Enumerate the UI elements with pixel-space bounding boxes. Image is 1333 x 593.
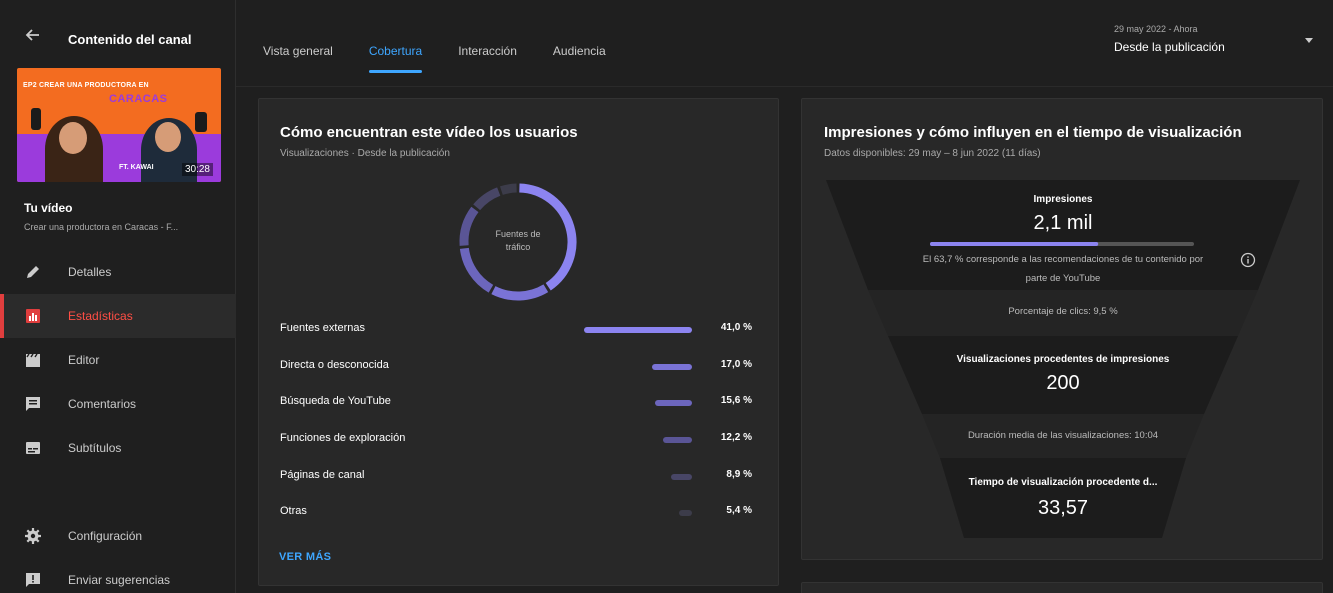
traffic-source-row[interactable]: Otras 5,4 % (280, 503, 752, 523)
feedback-icon (24, 571, 42, 589)
person-left (45, 116, 103, 182)
traffic-source-row[interactable]: Búsqueda de YouTube 15,6 % (280, 393, 752, 413)
sidebar-item-label: Comentarios (68, 397, 137, 411)
impressions-card-title: Impresiones y cómo influyen en el tiempo… (824, 124, 1242, 141)
donut-slice (473, 187, 501, 211)
recommendation-text-line1: El 63,7 % corresponde a las recomendacio… (922, 254, 1204, 265)
sidebar-item-editor[interactable]: Editor (0, 338, 236, 382)
traffic-source-bar (651, 364, 692, 370)
see-more-link[interactable]: VER MÁS (279, 551, 331, 563)
traffic-source-label: Fuentes externas (280, 322, 365, 334)
info-icon[interactable] (1240, 252, 1256, 268)
tab-bar: Vista general Cobertura Interacción Audi… (263, 44, 642, 74)
sidebar-item-label: Configuración (68, 529, 143, 543)
microphone-icon (31, 108, 41, 130)
donut-label-line2: tráfico (505, 242, 531, 252)
donut-label-line1: Fuentes de (495, 229, 541, 239)
sidebar-item-label: Editor (68, 353, 100, 367)
watch-time-label: Tiempo de visualización procedente d... (968, 477, 1158, 488)
traffic-donut-chart: Fuentes de tráfico (456, 180, 580, 304)
traffic-source-bar (670, 474, 692, 480)
traffic-source-row[interactable]: Funciones de exploración 12,2 % (280, 430, 752, 450)
tab-interaccion[interactable]: Interacción (458, 44, 517, 74)
tab-audiencia[interactable]: Audiencia (553, 44, 606, 74)
thumbnail-featuring: FT. KAWAI (119, 164, 154, 171)
ctr-text: Porcentaje de clics: 9,5 % (1008, 306, 1118, 317)
date-range-label: Desde la publicación (1114, 40, 1225, 54)
microphone-icon (195, 112, 207, 132)
traffic-source-label: Búsqueda de YouTube (280, 395, 391, 407)
back-arrow-icon[interactable] (22, 24, 44, 46)
traffic-source-label: Páginas de canal (280, 469, 365, 481)
comment-icon (24, 395, 42, 413)
traffic-source-bar (663, 437, 692, 443)
sidebar-item-comentarios[interactable]: Comentarios (0, 382, 236, 426)
sidebar-item-enviar-sugerencias[interactable]: Enviar sugerencias (0, 558, 236, 593)
donut-slice (491, 284, 549, 301)
date-range-picker[interactable]: 29 may 2022 - Ahora Desde la publicación (1114, 24, 1319, 64)
pencil-icon (24, 263, 42, 281)
sidebar-item-subtitulos[interactable]: Subtítulos (0, 426, 236, 470)
traffic-source-label: Directa o desconocida (280, 359, 389, 371)
sidebar-title: Contenido del canal (68, 32, 192, 47)
your-video-label: Tu vídeo (24, 201, 73, 215)
watch-time-value: 33,57 (1037, 497, 1089, 519)
traffic-card-title: Cómo encuentran este vídeo los usuarios (280, 124, 578, 141)
sidebar-item-label: Detalles (68, 265, 112, 279)
sidebar-item-detalles[interactable]: Detalles (0, 250, 236, 294)
impressions-funnel: Impresiones 2,1 mil El 63,7 % correspond… (826, 180, 1300, 540)
traffic-source-row[interactable]: Fuentes externas 41,0 % (280, 320, 752, 340)
traffic-source-value: 15,6 % (720, 395, 752, 406)
traffic-source-label: Funciones de exploración (280, 432, 406, 444)
traffic-source-value: 17,0 % (720, 359, 752, 370)
recommendation-text-line2: parte de YouTube (1025, 273, 1101, 284)
traffic-source-value: 12,2 % (720, 432, 752, 443)
avg-duration-text: Duración media de las visualizaciones: 1… (967, 430, 1159, 441)
impressions-card-subtitle: Datos disponibles: 29 may – 8 jun 2022 (… (824, 148, 1041, 159)
recommendation-share-bar (930, 242, 1099, 246)
traffic-source-bar (584, 327, 692, 333)
traffic-source-row[interactable]: Directa o desconocida 17,0 % (280, 357, 752, 377)
donut-slice (459, 247, 494, 293)
chevron-down-icon (1305, 38, 1313, 43)
traffic-source-bar (655, 400, 692, 406)
analytics-icon (24, 307, 42, 325)
video-duration: 30:28 (181, 163, 213, 176)
impressions-label: Impresiones (1033, 194, 1093, 205)
sidebar-item-configuracion[interactable]: Configuración (0, 514, 236, 558)
traffic-source-value: 41,0 % (720, 322, 752, 333)
sidebar-item-label: Enviar sugerencias (68, 573, 171, 587)
impressions-value: 2,1 mil (1033, 212, 1093, 234)
traffic-source-row[interactable]: Páginas de canal 8,9 % (280, 467, 752, 487)
sidebar-item-estadisticas[interactable]: Estadísticas (0, 294, 236, 338)
traffic-source-value: 5,4 % (726, 505, 752, 516)
video-name[interactable]: Crear una productora en Caracas - F... (24, 222, 224, 232)
clapperboard-icon (24, 351, 42, 369)
traffic-source-value: 8,9 % (726, 469, 752, 480)
tab-vista-general[interactable]: Vista general (263, 44, 333, 74)
donut-slice (500, 183, 517, 195)
sidebar: Contenido del canal EP2 CREAR UNA PRODUC… (0, 0, 236, 593)
views-value: 200 (1046, 372, 1080, 394)
date-range-text: 29 may 2022 - Ahora (1114, 24, 1198, 34)
thumbnail-title-line2: CARACAS (109, 93, 168, 105)
sidebar-item-label: Subtítulos (68, 441, 122, 455)
views-label: Visualizaciones procedentes de impresion… (956, 354, 1170, 365)
video-thumbnail[interactable]: EP2 CREAR UNA PRODUCTORA EN CARACAS FT. … (17, 68, 221, 182)
sidebar-item-label: Estadísticas (68, 309, 133, 323)
traffic-source-bar (679, 510, 692, 516)
subtitles-icon (24, 439, 42, 457)
tabs-divider (236, 86, 1333, 87)
tab-cobertura[interactable]: Cobertura (368, 44, 423, 74)
gear-icon (24, 527, 42, 545)
traffic-source-label: Otras (280, 505, 307, 517)
next-card (801, 582, 1323, 593)
thumbnail-title-line1: EP2 CREAR UNA PRODUCTORA EN (23, 82, 149, 89)
donut-center-label: Fuentes de tráfico (456, 228, 580, 254)
traffic-card-subtitle: Visualizaciones · Desde la publicación (280, 148, 450, 159)
